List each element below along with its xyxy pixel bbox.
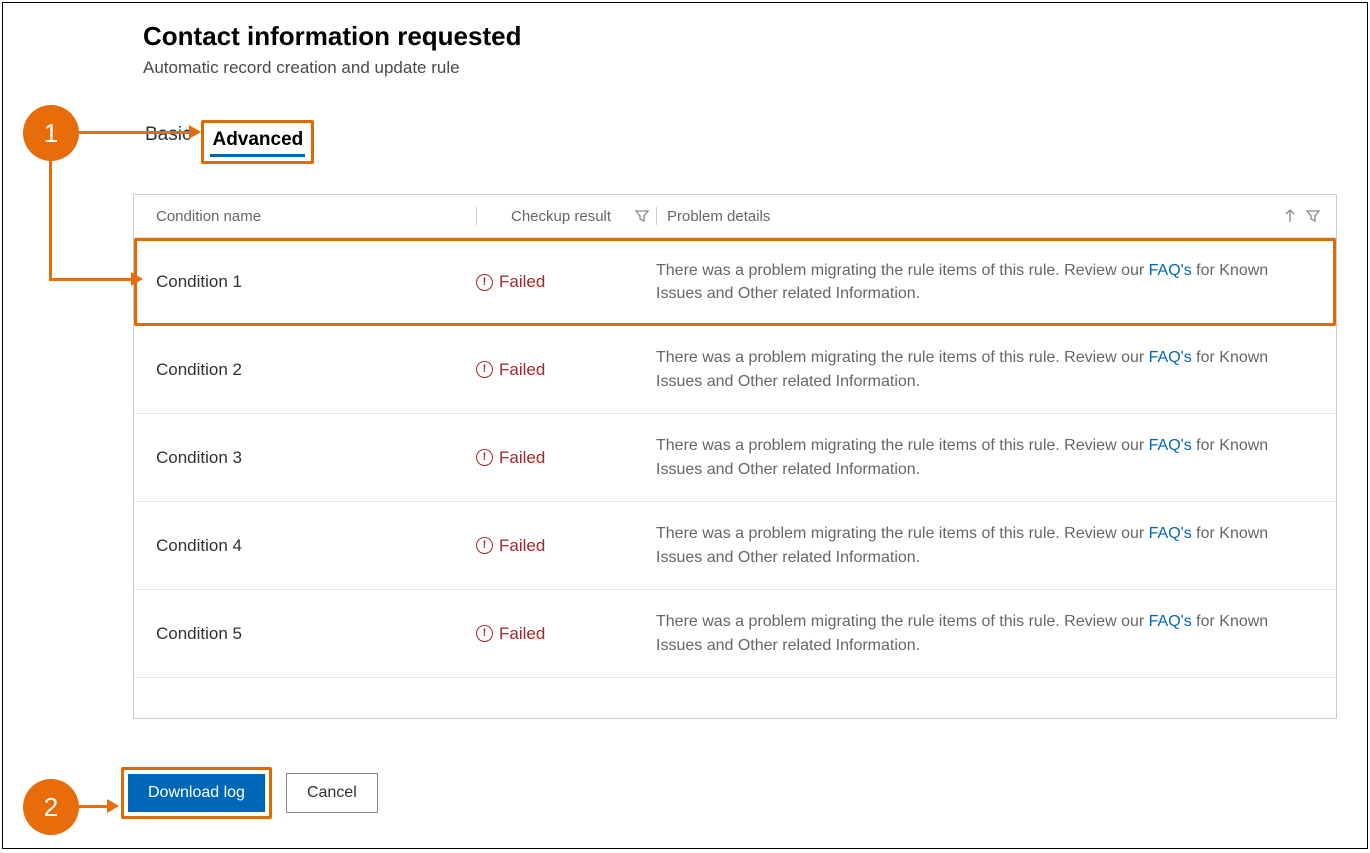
tab-bar: Basic Advanced: [3, 120, 1367, 164]
condition-name-cell: Condition 3: [156, 448, 476, 468]
faq-link[interactable]: FAQ's: [1149, 613, 1192, 630]
result-status-text: Failed: [499, 360, 545, 380]
cancel-button[interactable]: Cancel: [286, 773, 378, 813]
result-status-text: Failed: [499, 272, 545, 292]
tab-advanced[interactable]: Advanced: [210, 125, 305, 159]
tab-advanced-label: Advanced: [212, 129, 303, 150]
problem-details-cell: There was a problem migrating the rule i…: [656, 346, 1326, 392]
callout-arrow-head: [107, 799, 119, 813]
checkup-result-cell: ! Failed: [476, 360, 656, 380]
checkup-result-cell: ! Failed: [476, 272, 656, 292]
tab-active-underline: [210, 154, 305, 157]
page-title: Contact information requested: [143, 21, 1367, 52]
faq-link[interactable]: FAQ's: [1149, 525, 1192, 542]
grid-empty-space: [134, 678, 1336, 718]
faq-link[interactable]: FAQ's: [1149, 437, 1192, 454]
sort-up-icon[interactable]: [1284, 208, 1296, 224]
callout-arrow-head: [189, 125, 201, 139]
callout-badge-1: 1: [23, 105, 79, 161]
callout-arrow: [49, 161, 52, 281]
table-row[interactable]: Condition 1! Failed There was a problem mi…: [134, 238, 1336, 326]
faq-link[interactable]: FAQ's: [1149, 349, 1192, 366]
problem-details-cell: There was a problem migrating the rule i…: [656, 434, 1326, 480]
result-status-text: Failed: [499, 536, 545, 556]
table-row[interactable]: Condition 5! Failed There was a problem mi…: [134, 590, 1336, 678]
column-header-condition[interactable]: Condition name: [156, 208, 476, 225]
result-status-text: Failed: [499, 624, 545, 644]
download-log-button[interactable]: Download log: [128, 774, 265, 812]
error-icon: !: [476, 625, 493, 642]
grid-header-row: Condition name Checkup result Problem de…: [134, 195, 1336, 238]
problem-details-cell: There was a problem migrating the rule i…: [656, 522, 1326, 568]
error-icon: !: [476, 274, 493, 291]
condition-name-cell: Condition 2: [156, 360, 476, 380]
faq-link[interactable]: FAQ's: [1149, 262, 1192, 279]
highlight-box-tab: Advanced: [201, 120, 314, 164]
error-icon: !: [476, 361, 493, 378]
highlight-box-download: Download log: [121, 767, 272, 819]
filter-icon[interactable]: [635, 209, 649, 223]
column-separator: [476, 207, 477, 225]
callout-arrow-head: [131, 272, 143, 286]
condition-name-cell: Condition 1: [156, 272, 476, 292]
grid-body: Condition 1! Failed There was a problem mi…: [134, 238, 1336, 678]
condition-name-cell: Condition 4: [156, 536, 476, 556]
page-subtitle: Automatic record creation and update rul…: [143, 58, 1367, 78]
table-row[interactable]: Condition 3! Failed There was a problem mi…: [134, 414, 1336, 502]
problem-details-cell: There was a problem migrating the rule i…: [656, 610, 1326, 656]
callout-badge-2: 2: [23, 779, 79, 835]
result-status-text: Failed: [499, 448, 545, 468]
callout-arrow: [79, 131, 193, 134]
checkup-result-cell: ! Failed: [476, 536, 656, 556]
filter-icon[interactable]: [1306, 209, 1320, 223]
column-header-result[interactable]: Checkup result: [511, 208, 611, 225]
callout-arrow: [49, 278, 135, 281]
condition-name-cell: Condition 5: [156, 624, 476, 644]
error-icon: !: [476, 537, 493, 554]
table-row[interactable]: Condition 2! Failed There was a problem mi…: [134, 326, 1336, 414]
table-row[interactable]: Condition 4! Failed There was a problem mi…: [134, 502, 1336, 590]
page-header: Contact information requested Automatic …: [3, 13, 1367, 78]
action-bar: Download log Cancel: [3, 767, 1367, 819]
checkup-result-cell: ! Failed: [476, 624, 656, 644]
checkup-result-cell: ! Failed: [476, 448, 656, 468]
error-icon: !: [476, 449, 493, 466]
column-header-details[interactable]: Problem details: [667, 208, 1284, 225]
tab-basic[interactable]: Basic: [143, 120, 193, 154]
results-grid: Condition name Checkup result Problem de…: [133, 194, 1337, 719]
problem-details-cell: There was a problem migrating the rule i…: [656, 259, 1326, 305]
column-separator: [656, 207, 657, 225]
